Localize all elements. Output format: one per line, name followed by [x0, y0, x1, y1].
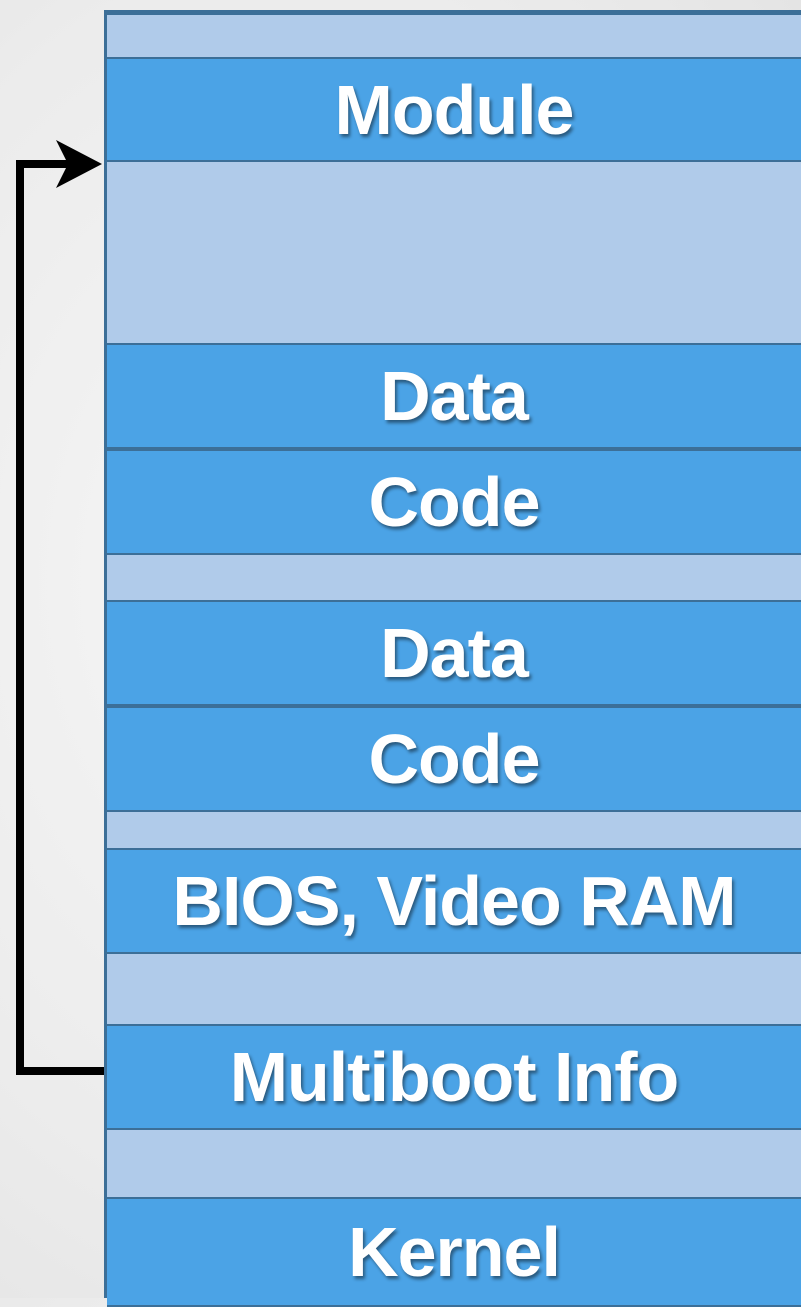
- pointer-arrow-line: [16, 160, 104, 1075]
- pointer-arrow: [16, 140, 104, 1075]
